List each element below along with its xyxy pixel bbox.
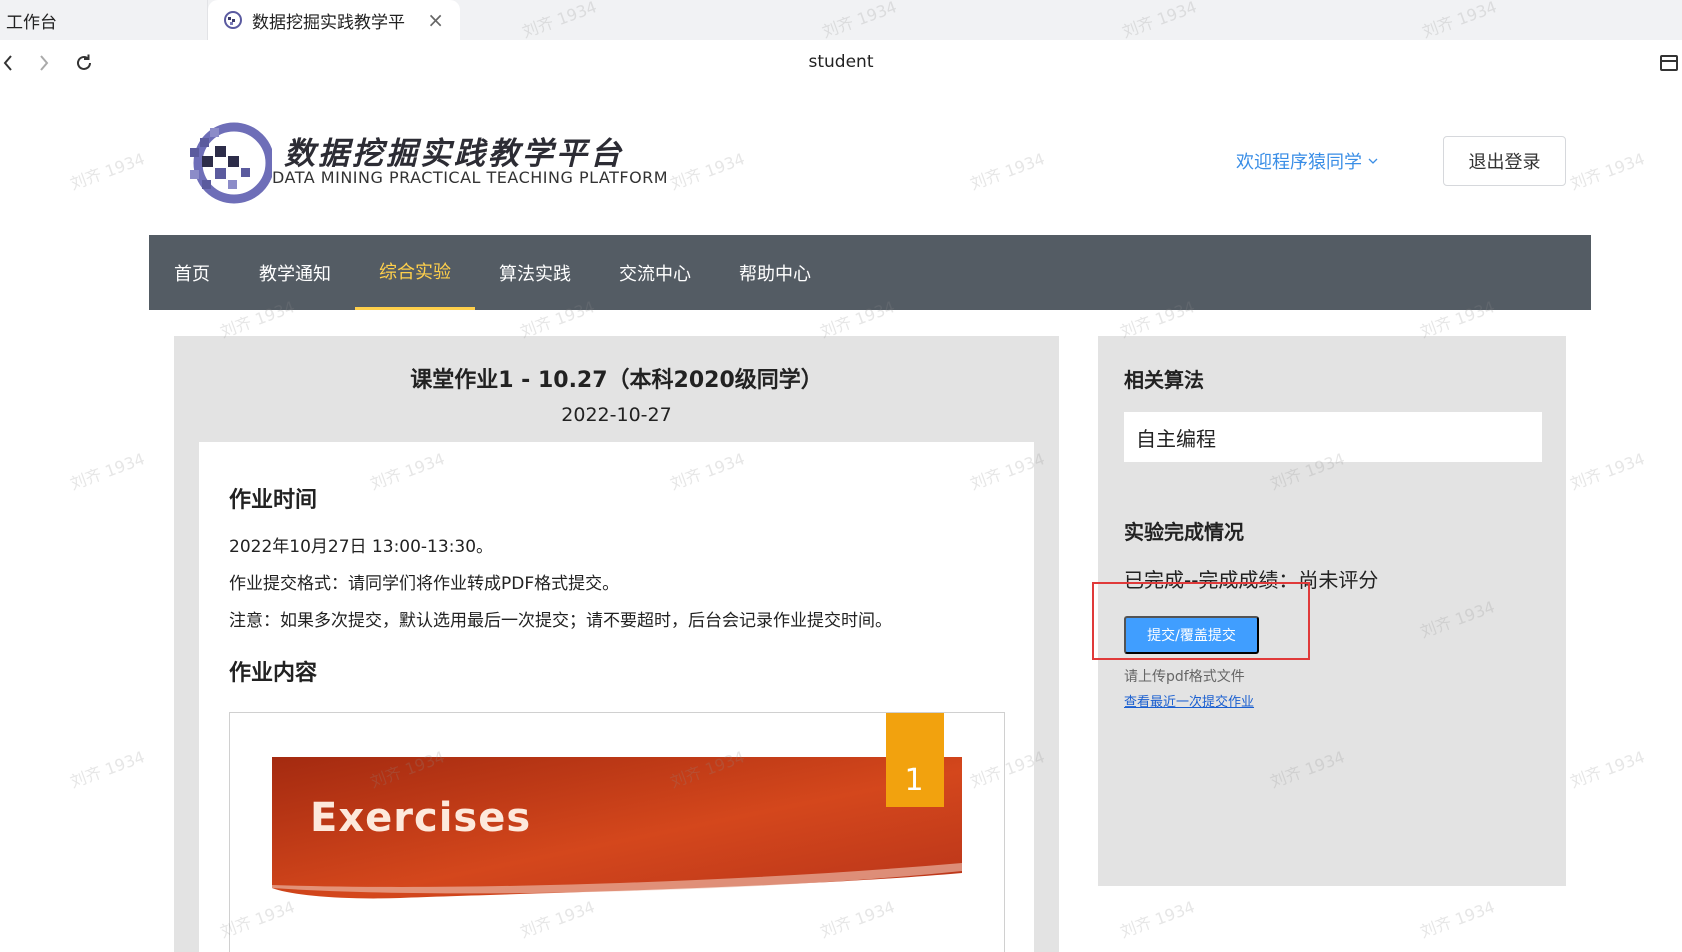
tab-label: 数据挖掘实践教学平 <box>252 12 405 33</box>
browser-nav-bar: student <box>0 40 1682 86</box>
assignment-date: 2022-10-27 <box>561 404 672 426</box>
watermark: 刘齐 1934 <box>1417 897 1498 942</box>
watermark: 刘齐 1934 <box>967 149 1048 194</box>
experiment-sidebar: 相关算法 自主编程 实验完成情况 已完成--完成成绩：尚未评分 提交/覆盖提交 … <box>1098 336 1566 886</box>
content-heading: 作业内容 <box>229 661 318 686</box>
nav-item-exchange-center[interactable]: 交流中心 <box>595 235 715 310</box>
format-line: 作业提交格式：请同学们将作业转成PDF格式提交。 <box>229 574 620 594</box>
slide-title: Exercises <box>310 795 532 841</box>
time-heading: 作业时间 <box>229 488 318 513</box>
tab-label: 工作台 <box>6 12 57 33</box>
site-favicon-icon <box>224 11 242 29</box>
browser-tab-bar: 工作台 数据挖掘实践教学平 × <box>0 0 1682 40</box>
exercise-slide-image: Exercises 1 <box>229 712 1005 952</box>
user-menu[interactable]: 欢迎程序猿同学 <box>1236 148 1378 174</box>
watermark: 刘齐 1934 <box>67 747 148 792</box>
watermark: 刘齐 1934 <box>67 449 148 494</box>
nav-item-help-center[interactable]: 帮助中心 <box>715 235 835 310</box>
status-heading: 实验完成情况 <box>1124 520 1244 544</box>
main-nav: 首页 教学通知 综合实验 算法实践 交流中心 帮助中心 <box>149 235 1591 310</box>
tab-workbench[interactable]: 工作台 <box>0 0 208 40</box>
logout-button[interactable]: 退出登录 <box>1443 136 1566 186</box>
time-line: 2022年10月27日 13:00-13:30。 <box>229 537 494 557</box>
welcome-text: 欢迎程序猿同学 <box>1236 152 1362 173</box>
upload-hint: 请上传pdf格式文件 <box>1124 669 1245 685</box>
assignment-panel: 课堂作业1 - 10.27（本科2020级同学） 2022-10-27 作业时间… <box>174 336 1059 952</box>
watermark: 刘齐 1934 <box>667 149 748 194</box>
watermark: 刘齐 1934 <box>1567 149 1648 194</box>
view-last-submission-link[interactable]: 查看最近一次提交作业 <box>1124 691 1254 710</box>
platform-logo <box>190 122 272 204</box>
watermark: 刘齐 1934 <box>1567 449 1648 494</box>
nav-item-notices[interactable]: 教学通知 <box>235 235 355 310</box>
watermark: 刘齐 1934 <box>67 149 148 194</box>
algo-heading: 相关算法 <box>1124 368 1204 392</box>
tab-platform[interactable]: 数据挖掘实践教学平 × <box>208 0 460 40</box>
close-tab-icon[interactable]: × <box>427 8 444 32</box>
algo-value: 自主编程 <box>1124 412 1542 462</box>
platform-title: 数据挖掘实践教学平台 <box>284 136 624 172</box>
submit-button[interactable]: 提交/覆盖提交 <box>1124 616 1259 654</box>
note-line: 注意：如果多次提交，默认选用最后一次提交；请不要超时，后台会记录作业提交时间。 <box>229 611 892 631</box>
chevron-down-icon <box>1368 158 1378 164</box>
watermark: 刘齐 1934 <box>1567 747 1648 792</box>
status-text: 已完成--完成成绩：尚未评分 <box>1124 568 1379 592</box>
nav-item-home[interactable]: 首页 <box>149 235 235 310</box>
watermark: 刘齐 1934 <box>1117 897 1198 942</box>
assignment-title: 课堂作业1 - 10.27（本科2020级同学） <box>410 368 823 393</box>
nav-item-algorithm-practice[interactable]: 算法实践 <box>475 235 595 310</box>
nav-item-experiments[interactable]: 综合实验 <box>355 235 475 310</box>
window-layout-icon[interactable] <box>1660 55 1678 71</box>
address-bar[interactable]: student <box>0 52 1682 72</box>
platform-subtitle: DATA MINING PRACTICAL TEACHING PLATFORM <box>272 168 669 187</box>
assignment-card: 作业时间 2022年10月27日 13:00-13:30。 作业提交格式：请同学… <box>199 442 1034 952</box>
slide-number: 1 <box>904 763 924 798</box>
